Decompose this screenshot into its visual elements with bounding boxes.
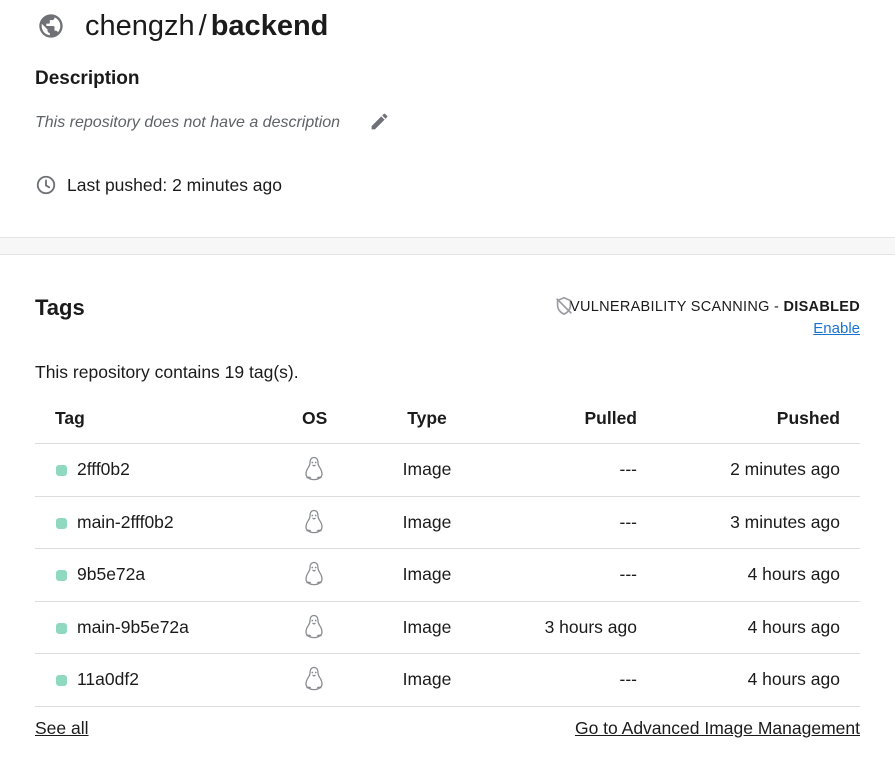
table-row[interactable]: main-9b5e72a Image 3 hours ago 4 hours a… — [35, 602, 860, 654]
table-row[interactable]: main-2fff0b2 Image --- 3 minutes ago — [35, 497, 860, 549]
tag-name[interactable]: 9b5e72a — [77, 563, 145, 585]
tag-status-dot — [56, 622, 67, 634]
tag-status-dot — [56, 517, 67, 529]
tag-pulled: --- — [619, 511, 637, 532]
title-separator: / — [198, 10, 207, 42]
tag-name[interactable]: 2fff0b2 — [77, 458, 130, 480]
globe-icon — [39, 14, 63, 38]
tag-type: Image — [402, 564, 452, 584]
advanced-image-management-link[interactable]: Go to Advanced Image Management — [575, 717, 860, 739]
tag-pushed: 3 minutes ago — [730, 511, 840, 532]
tag-pushed: 4 hours ago — [747, 564, 840, 584]
tag-pulled: --- — [619, 459, 637, 479]
tags-heading: Tags — [35, 295, 85, 320]
tag-type: Image — [402, 669, 452, 689]
description-text: This repository does not have a descript… — [35, 114, 341, 131]
table-row[interactable]: 2fff0b2 Image --- 2 minutes ago — [35, 444, 860, 497]
linux-icon — [305, 509, 323, 533]
tag-pulled: --- — [619, 564, 637, 584]
tag-count-text: This repository contains 19 tag(s). — [35, 362, 299, 382]
linux-icon — [305, 456, 323, 481]
tag-name[interactable]: main-2fff0b2 — [77, 511, 174, 533]
vulnerability-status: DISABLED — [783, 299, 860, 315]
vulnerability-scanning-status: VULNERABILITY SCANNING - DISABLED — [570, 297, 860, 317]
vulnerability-label: VULNERABILITY SCANNING - — [569, 299, 784, 315]
column-header-pushed: Pushed — [776, 408, 840, 428]
tag-pulled: --- — [619, 669, 637, 689]
tag-name[interactable]: main-9b5e72a — [77, 616, 189, 638]
tag-pulled: 3 hours ago — [544, 616, 637, 637]
repository-name: backend — [210, 10, 329, 42]
see-all-link[interactable]: See all — [35, 717, 89, 739]
tag-status-dot — [56, 465, 67, 476]
table-header: Tag OS Type Pulled Pushed — [35, 391, 860, 444]
column-header-tag: Tag — [55, 408, 85, 428]
edit-pencil-icon[interactable] — [369, 111, 390, 132]
last-pushed-text: Last pushed: 2 minutes ago — [67, 175, 283, 195]
tag-type: Image — [402, 459, 452, 479]
tag-name[interactable]: 11a0df2 — [77, 668, 139, 690]
table-row[interactable]: 11a0df2 Image --- 4 hours ago — [35, 654, 860, 707]
column-header-os: OS — [302, 408, 328, 428]
description-heading: Description — [35, 68, 140, 89]
table-row[interactable]: 9b5e72a Image --- 4 hours ago — [35, 549, 860, 602]
repository-header: chengzh / backend Description This reposit… — [0, 0, 895, 238]
repository-title: chengzh / backend — [85, 8, 328, 44]
tag-status-dot — [56, 675, 67, 686]
repository-namespace: chengzh — [85, 10, 195, 42]
tag-status-dot — [56, 570, 67, 581]
tag-type: Image — [402, 616, 452, 637]
column-header-pulled: Pulled — [584, 408, 637, 428]
tags-table: Tag OS Type Pulled Pushed 2fff0b2 Image … — [35, 391, 860, 707]
tag-pushed: 4 hours ago — [747, 616, 840, 637]
tag-pushed: 2 minutes ago — [730, 459, 840, 479]
linux-icon — [305, 561, 323, 586]
column-header-type: Type — [407, 408, 447, 428]
section-divider — [0, 237, 895, 255]
enable-scanning-link[interactable]: Enable — [813, 320, 860, 338]
linux-icon — [305, 614, 323, 638]
tag-type: Image — [402, 511, 452, 532]
linux-icon — [305, 666, 323, 691]
clock-icon — [36, 175, 56, 195]
tag-pushed: 4 hours ago — [747, 669, 840, 689]
